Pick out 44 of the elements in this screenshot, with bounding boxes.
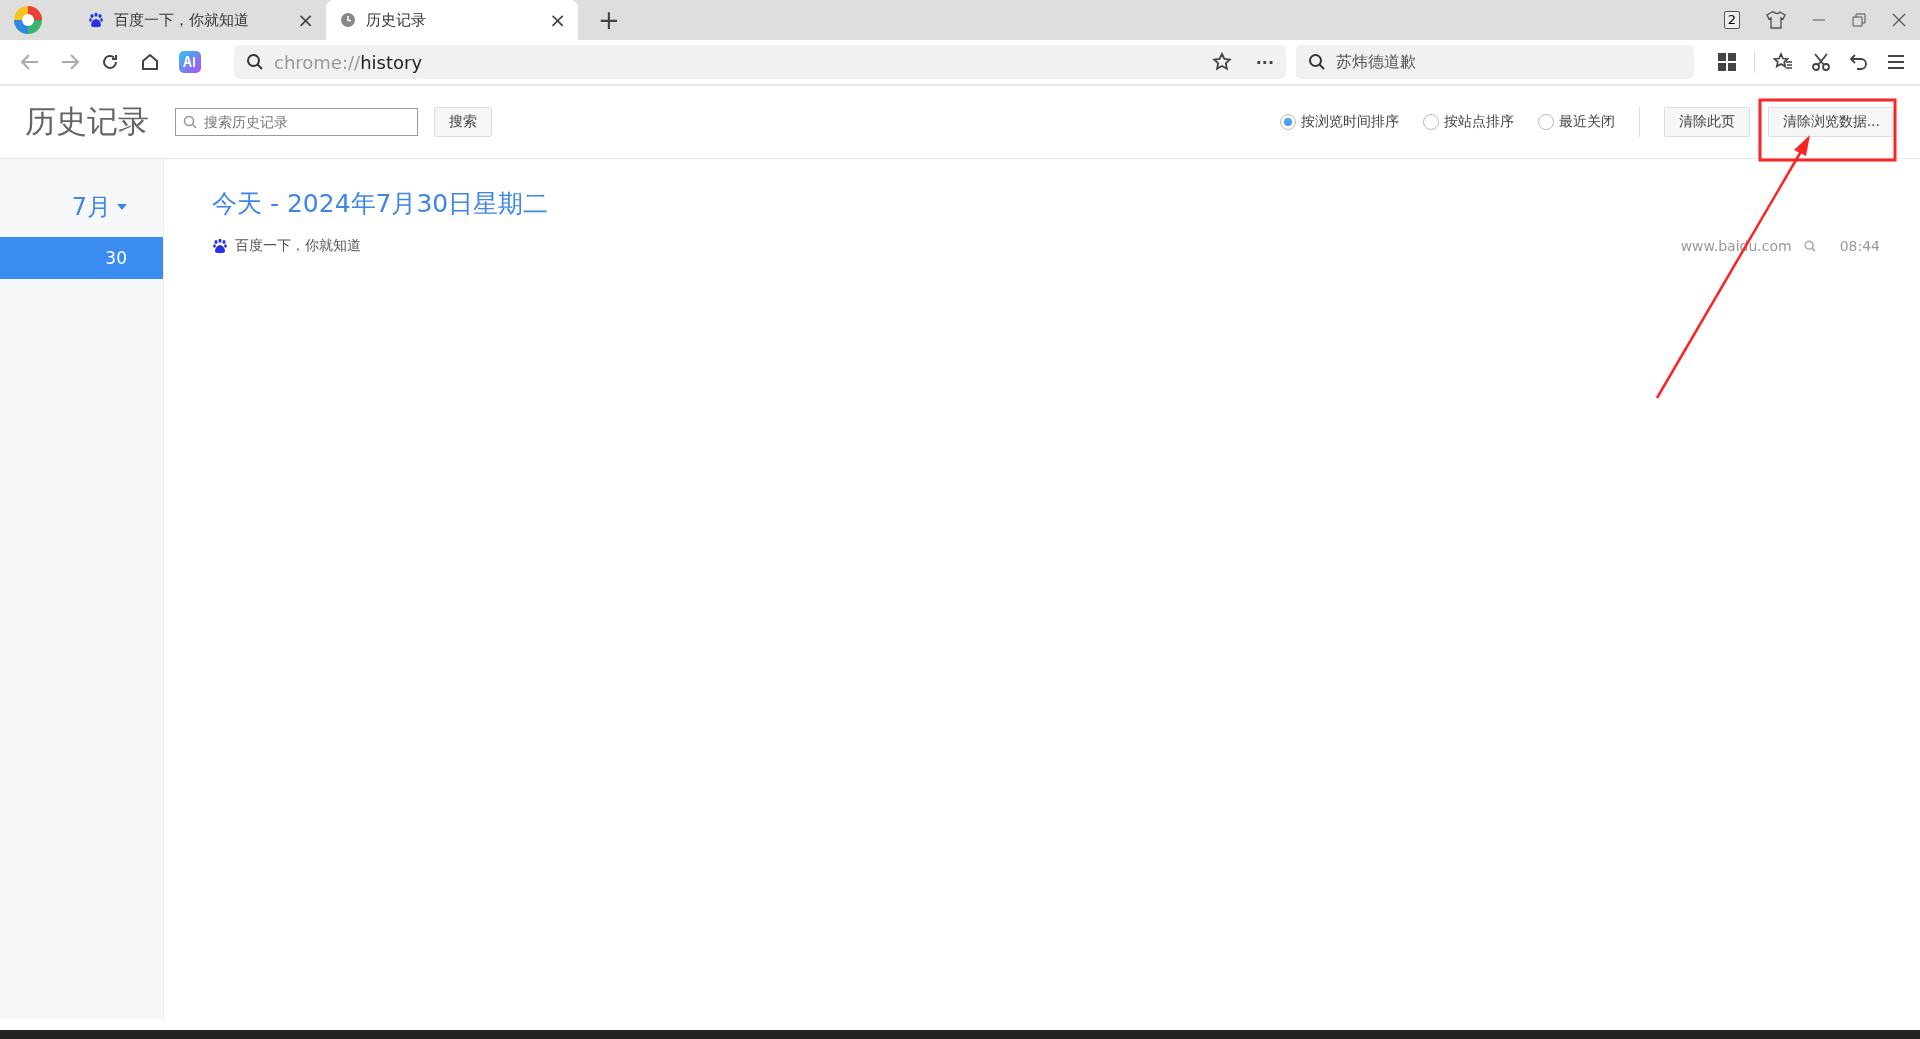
address-bar[interactable]: chrome://history ··· [234,45,1286,79]
search-icon [1308,53,1326,71]
sort-option-label[interactable]: 按浏览时间排序 [1300,113,1399,131]
restore-icon[interactable] [1852,13,1866,27]
new-tab-button[interactable]: + [592,4,626,36]
sort-option[interactable]: 按站点排序 [1422,113,1514,131]
entry-time: 08:44 [1839,238,1880,254]
radio-button[interactable] [1422,114,1439,130]
more-button[interactable]: ··· [1255,52,1274,72]
radio-button[interactable] [1279,114,1296,130]
history-entry-link[interactable]: 百度一下，你就知道 [212,237,361,255]
home-icon[interactable] [140,52,160,72]
tab-count[interactable]: 2 [1723,11,1740,29]
close-icon[interactable] [1892,13,1906,27]
sort-option[interactable]: 按浏览时间排序 [1279,113,1399,131]
undo-icon[interactable] [1849,52,1869,72]
radio-button[interactable] [1537,114,1554,130]
search-icon [246,53,264,71]
sort-option[interactable]: 最近关闭 [1537,113,1615,131]
sort-option-label[interactable]: 最近关闭 [1558,113,1615,131]
day-heading: 今天 - 2024年7月30日星期二 [212,188,550,220]
reload-icon[interactable] [100,52,120,72]
browser-tab[interactable]: 历史记录 × [326,0,578,40]
paw-icon [212,238,228,254]
menu-icon[interactable] [1887,53,1905,71]
search-button[interactable]: 搜索 [434,107,492,137]
paw-icon [88,12,104,28]
page-title: 历史记录 [25,102,149,141]
apps-grid-icon[interactable] [1718,53,1736,71]
history-search-field[interactable]: 搜索历史记录 [175,108,418,136]
star-icon[interactable] [1211,52,1232,72]
clear-button[interactable]: 清除浏览数据... [1767,107,1895,137]
sort-option-label[interactable]: 按站点排序 [1443,113,1514,131]
caret-icon [117,204,127,210]
clear-button[interactable]: 清除此页 [1663,107,1750,137]
clock-icon [340,12,356,28]
browser-tab[interactable]: 百度一下，你就知道 × [74,0,326,40]
browser-logo[interactable] [12,4,44,36]
web-search-field[interactable]: 苏炜德道歉 [1296,45,1694,79]
address-url: chrome://history [274,51,424,73]
shirt-icon[interactable] [1766,11,1786,29]
ai-icon[interactable] [179,51,201,73]
scissors-icon[interactable] [1811,52,1831,72]
favorites-icon[interactable] [1773,52,1793,72]
